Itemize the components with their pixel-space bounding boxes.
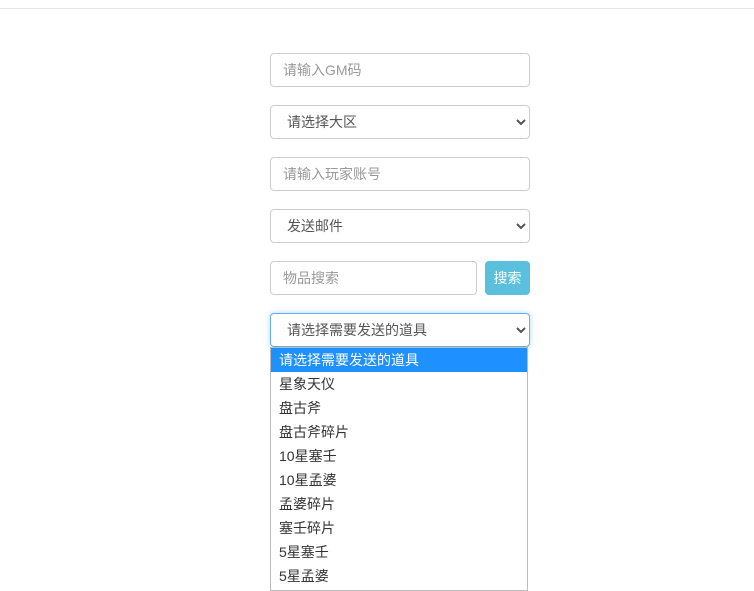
dropdown-item[interactable]: 5星塞壬 (271, 540, 527, 564)
top-divider (0, 8, 754, 9)
dropdown-item[interactable]: 10星孟婆 (271, 468, 527, 492)
dropdown-item[interactable]: 盘古斧 (271, 396, 527, 420)
dropdown-item[interactable]: 5星孟婆 (271, 564, 527, 588)
action-select[interactable]: 发送邮件 (270, 209, 530, 243)
dropdown-item[interactable]: 请选择需要发送的道具 (271, 348, 527, 372)
form-container: 请选择大区 发送邮件 搜索 请选择需要发送的道具 请选择需要发送的道具星象天仪盘… (270, 53, 530, 347)
dropdown-item[interactable]: 盘古斧碎片 (271, 420, 527, 444)
dropdown-item[interactable]: 星象天仪 (271, 372, 527, 396)
dropdown-item[interactable]: 孟婆碎片 (271, 492, 527, 516)
dropdown-item[interactable]: 塞壬碎片 (271, 516, 527, 540)
player-account-input[interactable] (270, 157, 530, 191)
item-dropdown-list[interactable]: 请选择需要发送的道具星象天仪盘古斧盘古斧碎片10星塞壬10星孟婆孟婆碎片塞壬碎片… (270, 347, 528, 591)
dropdown-item[interactable]: 10星塞壬 (271, 444, 527, 468)
item-search-input[interactable] (270, 261, 477, 295)
gm-code-input[interactable] (270, 53, 530, 87)
item-select[interactable]: 请选择需要发送的道具 (270, 313, 530, 347)
search-button[interactable]: 搜索 (485, 261, 530, 295)
region-select[interactable]: 请选择大区 (270, 105, 530, 139)
